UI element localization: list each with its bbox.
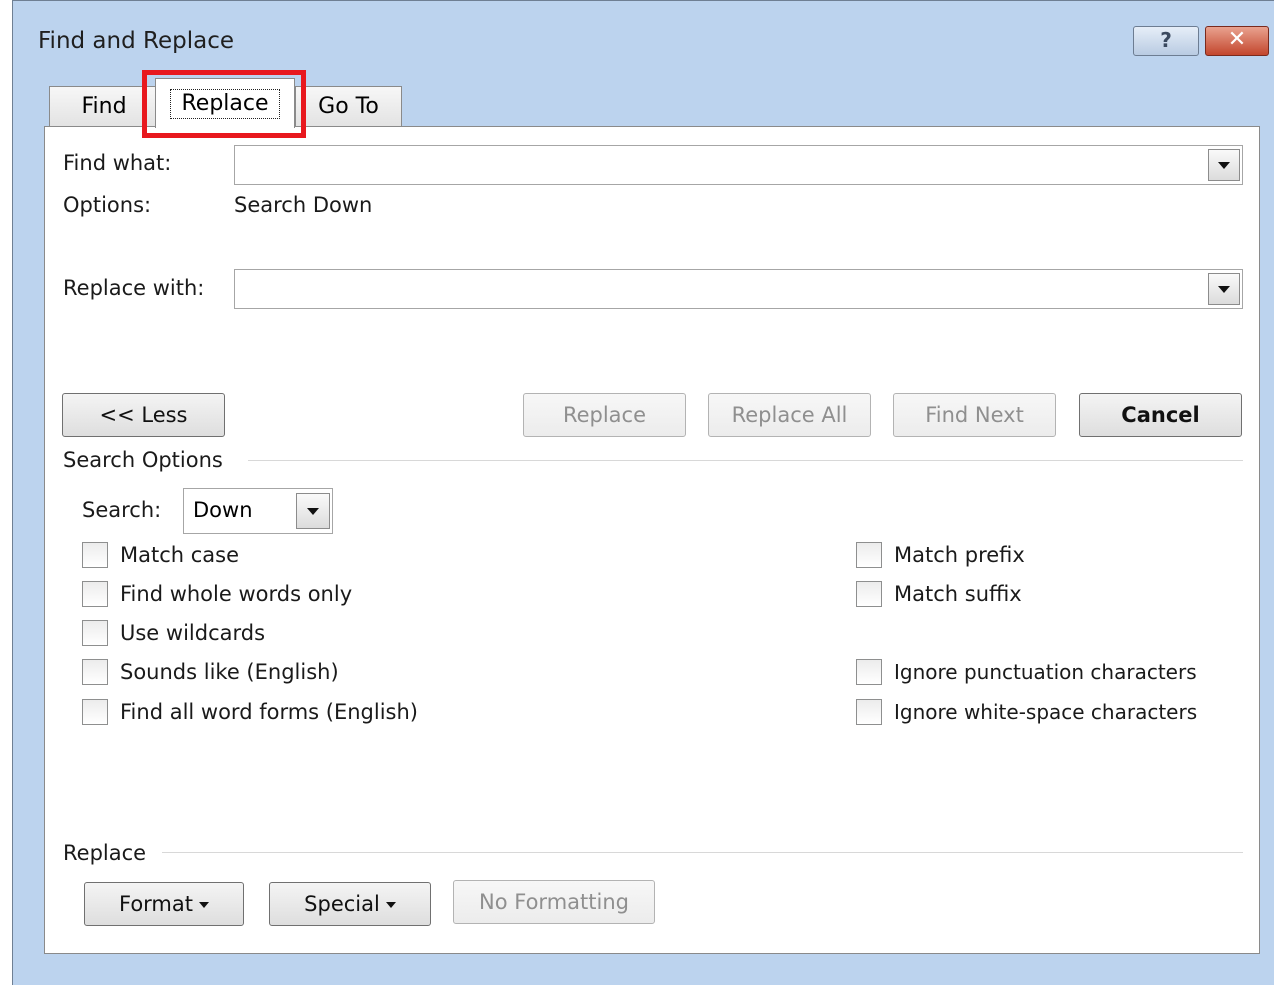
search-direction-dropdown-button[interactable] xyxy=(296,493,330,529)
match-prefix-checkbox[interactable] xyxy=(856,542,882,568)
replace-with-dropdown-button[interactable] xyxy=(1208,273,1240,305)
format-button-label: Format xyxy=(118,892,193,916)
replace-tab-highlight xyxy=(142,70,306,138)
less-button[interactable]: << Less xyxy=(62,393,225,437)
chevron-down-icon xyxy=(1218,162,1230,169)
format-button[interactable]: Format xyxy=(84,882,244,926)
match-case-checkbox[interactable] xyxy=(82,542,108,568)
word-forms-checkbox[interactable] xyxy=(82,699,108,725)
dropdown-arrow-icon xyxy=(199,902,209,908)
wildcards-label: Use wildcards xyxy=(120,621,266,645)
tab-find-label: Find xyxy=(81,94,127,119)
chevron-down-icon xyxy=(307,508,319,515)
cancel-button[interactable]: Cancel xyxy=(1079,393,1242,437)
replace-with-combo[interactable] xyxy=(234,269,1243,309)
sounds-like-checkbox[interactable] xyxy=(82,659,108,685)
match-prefix-label: Match prefix xyxy=(894,543,1025,567)
replace-button[interactable]: Replace xyxy=(523,393,686,437)
find-what-combo[interactable] xyxy=(234,145,1243,185)
replace-group-divider xyxy=(162,852,1243,853)
search-direction-select[interactable]: Down xyxy=(183,488,333,534)
dialog-title: Find and Replace xyxy=(38,28,234,54)
sounds-like-label: Sounds like (English) xyxy=(120,660,339,684)
tab-go-to[interactable]: Go To xyxy=(295,86,402,126)
find-what-label: Find what: xyxy=(63,151,172,175)
match-suffix-label: Match suffix xyxy=(894,582,1022,606)
replace-with-label: Replace with: xyxy=(63,276,205,300)
search-options-divider xyxy=(248,460,1243,461)
special-button[interactable]: Special xyxy=(269,882,431,926)
ignore-whitespace-checkbox[interactable] xyxy=(856,699,882,725)
chevron-down-icon xyxy=(1218,286,1230,293)
match-case-label: Match case xyxy=(120,543,240,567)
find-what-dropdown-button[interactable] xyxy=(1208,149,1240,181)
ignore-punctuation-label: Ignore punctuation characters xyxy=(894,660,1197,684)
options-label: Options: xyxy=(63,193,152,217)
replace-tab-panel xyxy=(44,126,1260,954)
replace-group-heading: Replace xyxy=(63,841,147,865)
whole-words-label: Find whole words only xyxy=(120,582,353,606)
search-options-heading: Search Options xyxy=(63,448,223,472)
ignore-punctuation-checkbox[interactable] xyxy=(856,659,882,685)
ignore-whitespace-label: Ignore white-space characters xyxy=(894,700,1198,724)
options-value: Search Down xyxy=(234,193,373,217)
close-icon: ✕ xyxy=(1227,27,1247,52)
special-button-label: Special xyxy=(304,892,380,916)
search-direction-label: Search: xyxy=(82,498,162,522)
replace-all-button[interactable]: Replace All xyxy=(708,393,871,437)
help-icon: ? xyxy=(1160,28,1172,52)
help-button[interactable]: ? xyxy=(1133,26,1199,56)
dropdown-arrow-icon xyxy=(385,902,396,908)
whole-words-checkbox[interactable] xyxy=(82,581,108,607)
tab-go-to-label: Go To xyxy=(318,94,379,119)
wildcards-checkbox[interactable] xyxy=(82,620,108,646)
word-forms-label: Find all word forms (English) xyxy=(120,700,418,724)
match-suffix-checkbox[interactable] xyxy=(856,581,882,607)
no-formatting-button[interactable]: No Formatting xyxy=(453,880,655,924)
find-next-button[interactable]: Find Next xyxy=(893,393,1056,437)
search-direction-value: Down xyxy=(193,498,253,522)
close-button[interactable]: ✕ xyxy=(1205,26,1269,56)
